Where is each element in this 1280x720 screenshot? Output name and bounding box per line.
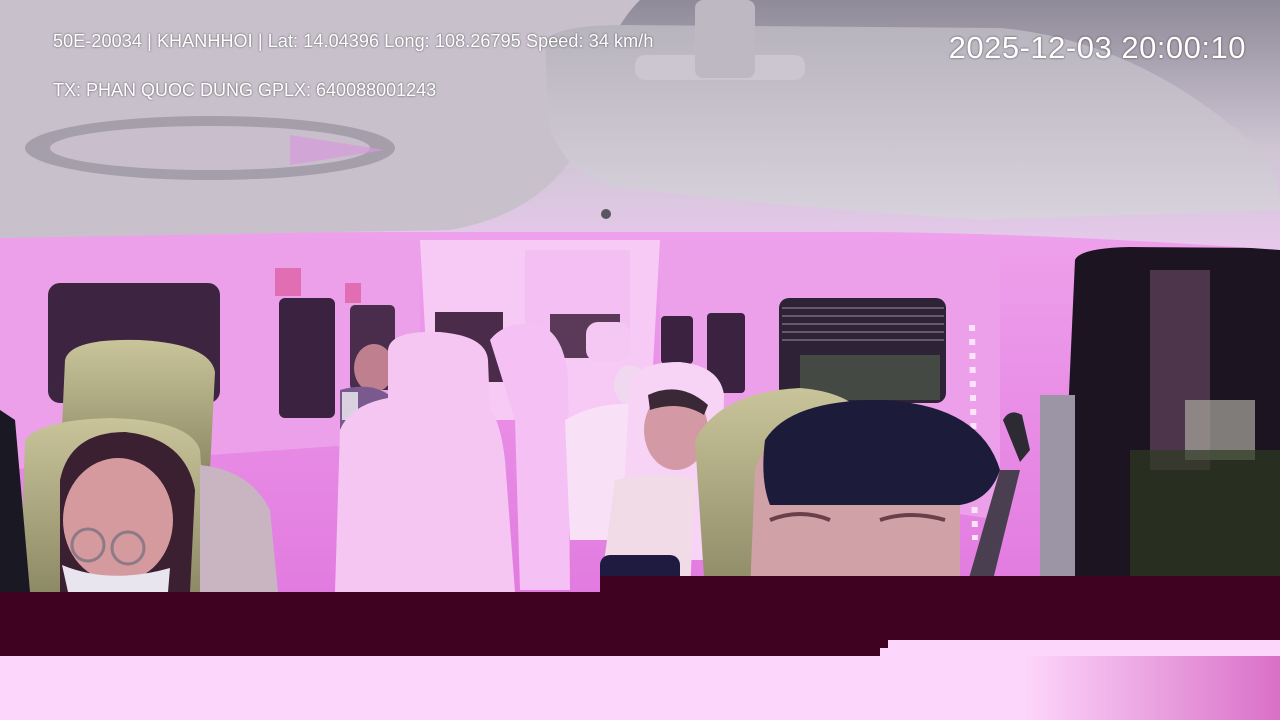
cabin-camera-image	[0, 0, 1280, 720]
visor-clip	[695, 0, 755, 78]
corrupted-band-light	[0, 656, 1280, 720]
driver-info-overlay: TX: PHAN QUOC DUNG GPLX: 640088001243	[53, 80, 437, 100]
side-window-4	[661, 316, 693, 364]
b-pillar	[1040, 395, 1075, 585]
timestamp-overlay: 2025-12-03 20:00:10	[948, 30, 1246, 65]
vehicle-info-overlay: 50E-20034 | KHANHHOI | Lat: 14.04396 Lon…	[53, 31, 654, 51]
dashcam-frame: 50E-20034 | KHANHHOI | Lat: 14.04396 Lon…	[0, 0, 1280, 720]
side-window-2	[279, 298, 335, 418]
passenger-left-face	[63, 458, 173, 582]
